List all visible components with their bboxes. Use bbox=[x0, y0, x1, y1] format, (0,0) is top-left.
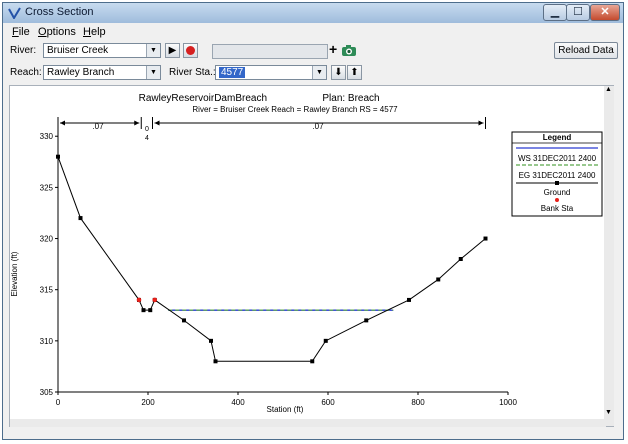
plot-panel: 305 310 315 320 325 330 0 200 400 600 800 1000 Rawl… bbox=[9, 85, 614, 427]
cross-section-window: Cross Section ▁ ☐ ✕ File Options Help Ri… bbox=[2, 2, 624, 440]
legend: Legend WS 31DEC2011 2400 EG 31DEC2011 24… bbox=[511, 131, 603, 217]
cross-section-chart: 305 310 315 320 325 330 0 200 400 600 800 1000 Rawl… bbox=[10, 93, 603, 414]
x-tick-label: 0 bbox=[56, 398, 61, 407]
ground-point bbox=[436, 277, 441, 282]
ground-point bbox=[141, 308, 146, 313]
legend-bank-marker bbox=[555, 198, 559, 202]
river-label: River: bbox=[10, 45, 37, 56]
maximize-button[interactable]: ☐ bbox=[566, 4, 590, 21]
add-icon[interactable]: + bbox=[329, 41, 337, 57]
ground-point bbox=[483, 236, 488, 241]
title-bar: Cross Section ▁ ☐ ✕ bbox=[3, 3, 623, 23]
manning-arrow-right bbox=[478, 120, 484, 126]
legend-bank-label: Bank Sta bbox=[541, 204, 574, 213]
x-tick-label: 800 bbox=[411, 398, 425, 407]
chevron-down-icon[interactable]: ▼ bbox=[146, 66, 160, 79]
manning-arrow-left bbox=[60, 120, 65, 126]
ground-point bbox=[148, 308, 153, 313]
menu-bar: File Options Help bbox=[3, 24, 623, 41]
camera-icon[interactable] bbox=[341, 44, 357, 57]
reload-data-button[interactable]: Reload Data bbox=[554, 42, 618, 59]
manning-arrow-left bbox=[154, 120, 160, 126]
close-button[interactable]: ✕ bbox=[590, 4, 620, 21]
minimize-button[interactable]: ▁ bbox=[543, 4, 567, 21]
plot-plan-name: Plan: Breach bbox=[322, 93, 379, 104]
chevron-down-icon[interactable]: ▼ bbox=[312, 66, 326, 79]
river-sta-select[interactable]: 4577 ▼ bbox=[215, 65, 327, 80]
horizontal-scrollbar[interactable] bbox=[10, 419, 606, 427]
reach-label: Reach: bbox=[10, 67, 42, 78]
x-tick-label: 200 bbox=[141, 398, 155, 407]
ground-point bbox=[364, 318, 369, 323]
close-icon: ✕ bbox=[600, 6, 610, 18]
reach-select[interactable]: Rawley Branch ▼ bbox=[43, 65, 161, 80]
legend-ground-marker bbox=[555, 181, 559, 185]
plot-plan-title: RawleyReservoirDamBreach bbox=[139, 93, 267, 104]
river-value: Bruiser Creek bbox=[47, 45, 109, 56]
river-sta-label: River Sta.: bbox=[169, 67, 216, 78]
legend-title: Legend bbox=[543, 133, 572, 142]
window-title: Cross Section bbox=[25, 6, 94, 18]
y-axis-label: Elevation (ft) bbox=[10, 251, 19, 296]
chart-marks bbox=[56, 154, 488, 364]
legend-eg-label: EG 31DEC2011 2400 bbox=[519, 171, 596, 180]
scroll-up-icon[interactable]: ▲ bbox=[605, 86, 612, 93]
ground-point bbox=[407, 297, 411, 302]
ground-point bbox=[213, 359, 218, 364]
manning-arrow-right bbox=[134, 120, 140, 126]
legend-ws-label: WS 31DEC2011 2400 bbox=[518, 154, 597, 163]
status-bar bbox=[3, 429, 623, 439]
chevron-down-icon[interactable]: ▼ bbox=[146, 44, 160, 57]
y-tick-label: 330 bbox=[40, 132, 54, 141]
river-sta-value: 4577 bbox=[219, 67, 246, 78]
ground-point bbox=[78, 216, 83, 221]
ground-line bbox=[57, 156, 486, 362]
reach-value: Rawley Branch bbox=[47, 67, 115, 78]
plot-subtitle: River = Bruiser Creek Reach = Rawley Bra… bbox=[192, 105, 398, 114]
y-tick-label: 320 bbox=[40, 235, 54, 244]
legend-ground-label: Ground bbox=[544, 188, 571, 197]
arrow-up-icon: ⬆ bbox=[350, 67, 359, 78]
arrow-down-icon: ⬇ bbox=[334, 67, 343, 78]
river-select[interactable]: Bruiser Creek ▼ bbox=[43, 43, 161, 58]
manning-n-mid-top: 0 bbox=[145, 126, 149, 133]
play-icon: ▶ bbox=[168, 45, 177, 56]
ground-point bbox=[182, 318, 186, 323]
maximize-icon: ☐ bbox=[573, 6, 583, 18]
y-tick-label: 315 bbox=[40, 286, 54, 295]
y-tick-label: 310 bbox=[40, 337, 54, 346]
ground-point bbox=[310, 359, 315, 364]
x-axis-label: Station (ft) bbox=[267, 405, 304, 414]
x-tick-label: 1000 bbox=[499, 398, 517, 407]
scroll-down-icon[interactable]: ▼ bbox=[605, 409, 612, 416]
record-button[interactable] bbox=[183, 43, 198, 58]
manning-n-mid-bottom: 4 bbox=[145, 135, 149, 142]
vertical-scrollbar[interactable]: ▲ ▼ bbox=[604, 86, 614, 426]
bank-station-point bbox=[136, 297, 142, 303]
ground-point bbox=[323, 338, 328, 343]
ground-point bbox=[56, 154, 60, 159]
x-tick-label: 600 bbox=[321, 398, 335, 407]
manning-n-right: .07 bbox=[312, 122, 324, 131]
bank-station-point bbox=[152, 297, 158, 303]
progress-bar bbox=[212, 44, 328, 59]
manning-n-left: .07 bbox=[92, 122, 104, 131]
y-tick-label: 305 bbox=[40, 388, 54, 397]
ground-point bbox=[209, 338, 213, 343]
minimize-icon: ▁ bbox=[550, 6, 560, 18]
next-station-down-button[interactable]: ⬇ bbox=[331, 65, 346, 80]
ground-point bbox=[458, 257, 463, 261]
y-tick-label: 325 bbox=[40, 183, 54, 192]
x-tick-label: 400 bbox=[231, 398, 245, 407]
next-station-up-button[interactable]: ⬆ bbox=[347, 65, 362, 80]
menu-options[interactable]: Options bbox=[38, 26, 76, 38]
menu-help[interactable]: Help bbox=[83, 26, 106, 38]
play-animation-button[interactable]: ▶ bbox=[165, 43, 180, 58]
app-icon bbox=[8, 7, 21, 19]
record-icon bbox=[186, 46, 195, 55]
menu-file[interactable]: File bbox=[12, 26, 30, 38]
